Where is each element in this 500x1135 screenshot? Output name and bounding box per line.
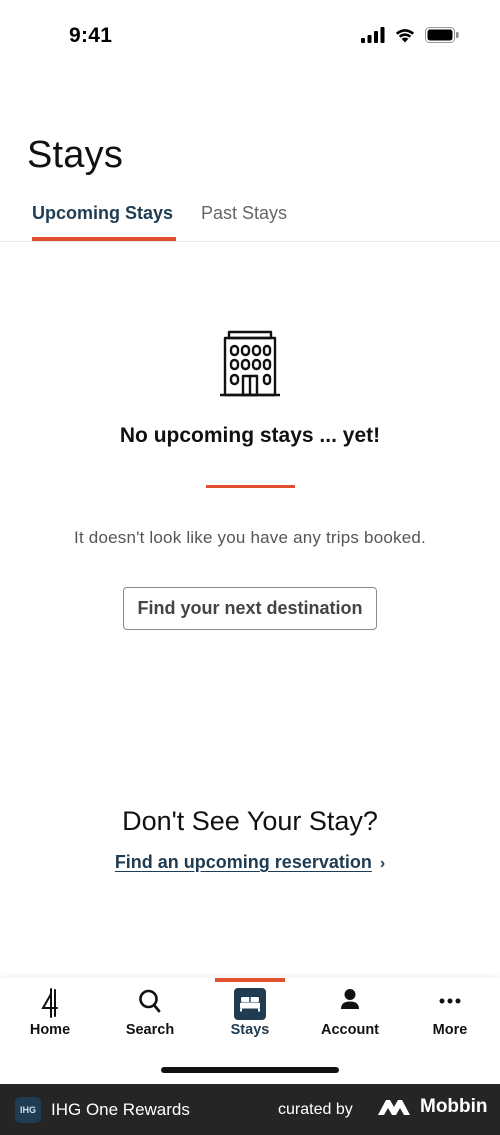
ihg-logo-icon [41, 988, 58, 1018]
bed-icon [234, 988, 266, 1020]
mobbin-brand-text: Mobbin [420, 1096, 488, 1117]
person-icon [341, 989, 359, 1009]
nav-label-more: More [432, 1022, 468, 1038]
nav-item-stays[interactable]: Stays [200, 978, 300, 1048]
find-reservation-row: Find an upcoming reservation › [0, 852, 500, 873]
nav-item-search[interactable]: Search [100, 978, 200, 1048]
battery-icon [425, 27, 459, 43]
mobbin-brand: Mobbin [376, 1096, 488, 1118]
nav-label-home: Home [29, 1022, 71, 1038]
more-dots-icon [439, 998, 461, 1004]
tab-past-stays[interactable]: Past Stays [201, 203, 287, 224]
nav-item-home[interactable]: Home [0, 978, 100, 1048]
status-icons [361, 27, 459, 43]
find-reservation-link[interactable]: Find an upcoming reservation [115, 852, 372, 872]
bottom-nav: Home Search Stays Account More [0, 978, 500, 1084]
nav-item-more[interactable]: More [400, 978, 500, 1048]
nav-item-account[interactable]: Account [300, 978, 400, 1048]
footer-curated-by: curated by [278, 1101, 353, 1118]
search-icon [139, 989, 161, 1013]
wifi-icon [395, 29, 415, 43]
mobbin-logo-icon [378, 1100, 410, 1115]
empty-state-title: No upcoming stays ... yet! [119, 424, 381, 447]
active-tab-indicator [32, 237, 176, 241]
tab-upcoming-stays[interactable]: Upcoming Stays [32, 203, 173, 224]
page-title: Stays [27, 134, 124, 176]
empty-state-divider [206, 485, 295, 488]
nav-label-account: Account [321, 1022, 379, 1038]
empty-state: No upcoming stays ... yet! It doesn't lo… [0, 328, 500, 547]
footer-app-name: IHG One Rewards [51, 1100, 190, 1119]
app-logo: IHG [15, 1097, 41, 1123]
home-indicator[interactable] [161, 1067, 339, 1073]
empty-state-description: It doesn't look like you have any trips … [74, 528, 426, 547]
cellular-signal-icon [361, 27, 385, 43]
status-time: 9:41 [69, 24, 113, 47]
hotel-building-icon [220, 330, 280, 397]
stays-tabs: Upcoming Stays Past Stays [0, 196, 500, 242]
nav-label-search: Search [125, 1022, 175, 1038]
status-bar: 9:41 [0, 0, 500, 76]
chevron-right-icon: › [379, 855, 386, 872]
nav-label-stays: Stays [230, 1022, 270, 1038]
footer-bar: IHG IHG One Rewards curated by Mobbin [0, 1084, 500, 1135]
find-next-destination-button[interactable]: Find your next destination [123, 587, 377, 630]
dont-see-stay-heading: Don't See Your Stay? [122, 806, 378, 836]
